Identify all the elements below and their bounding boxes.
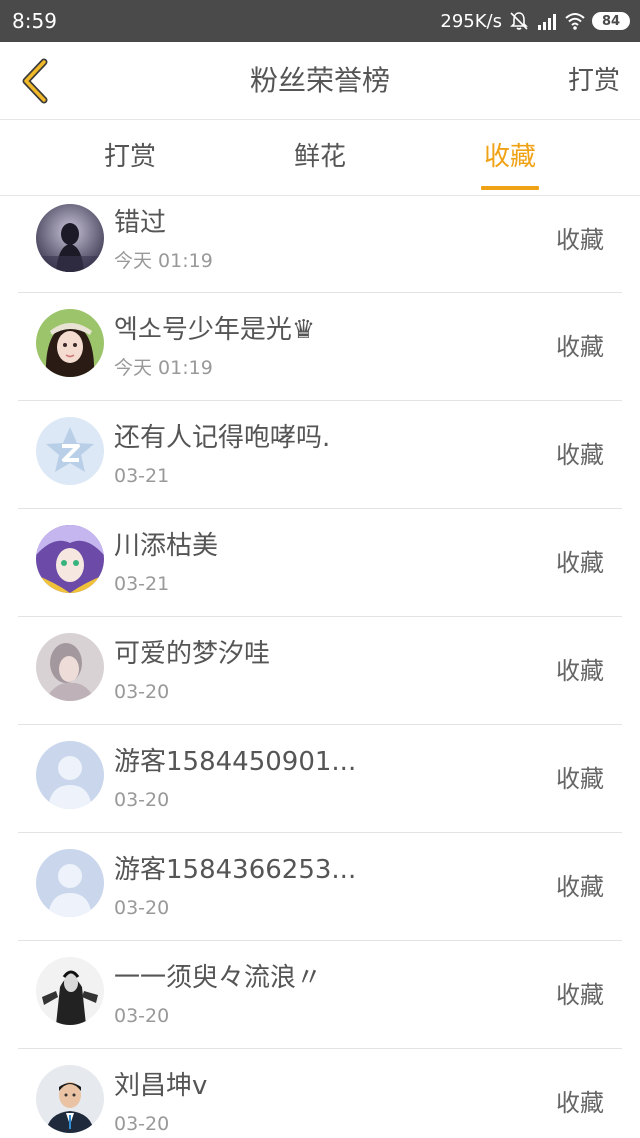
- avatar: [36, 525, 104, 593]
- list-item[interactable]: 错过 今天 01:19 收藏: [18, 196, 622, 293]
- avatar: [36, 204, 104, 272]
- battery-icon: 84: [592, 12, 630, 30]
- avatar: [36, 1065, 104, 1133]
- list-item[interactable]: 엑소号少年是光♛ 今天 01:19 收藏: [18, 293, 622, 401]
- user-name: 川添枯美: [114, 531, 219, 561]
- fan-list: 错过 今天 01:19 收藏 엑소号少年是光♛ 今天 01:19 收藏 还有人记…: [18, 196, 622, 1138]
- reward-button[interactable]: 打赏: [568, 64, 620, 98]
- list-item[interactable]: 还有人记得咆哮吗. 03-21 收藏: [18, 401, 622, 509]
- user-name: 可爱的梦汐哇: [114, 639, 271, 669]
- avatar: [36, 633, 104, 701]
- user-name: 엑소号少年是光♛: [114, 315, 316, 345]
- timestamp: 今天 01:19: [114, 250, 213, 272]
- action-label: 收藏: [556, 657, 604, 685]
- wifi-icon: [564, 10, 586, 32]
- timestamp: 03-21: [114, 573, 170, 595]
- default-user-avatar: [36, 849, 104, 917]
- tab-favorites[interactable]: 收藏: [450, 140, 570, 174]
- user-name: 游客1584366253...: [114, 855, 357, 885]
- status-bar: 8:59 295K/s 84: [0, 0, 640, 42]
- user-name: 游客1584450901...: [114, 747, 357, 777]
- user-name: 错过: [114, 208, 167, 238]
- timestamp: 03-20: [114, 1005, 170, 1027]
- network-speed: 295K/s: [440, 10, 502, 32]
- signal-icon: [536, 10, 558, 32]
- user-name: 还有人记得咆哮吗.: [114, 423, 331, 453]
- action-label: 收藏: [556, 226, 604, 254]
- action-label: 收藏: [556, 549, 604, 577]
- tab-flowers[interactable]: 鲜花: [260, 140, 380, 174]
- action-label: 收藏: [556, 873, 604, 901]
- user-name: 刘昌坤v: [114, 1071, 208, 1101]
- header: 粉丝荣誉榜 打赏: [0, 42, 640, 120]
- action-label: 收藏: [556, 333, 604, 361]
- action-label: 收藏: [556, 1089, 604, 1117]
- timestamp: 03-20: [114, 681, 170, 703]
- page-title: 粉丝荣誉榜: [249, 64, 390, 97]
- action-label: 收藏: [556, 981, 604, 1009]
- list-item[interactable]: 游客1584450901... 03-20 收藏: [18, 725, 622, 833]
- tab-bar: 打赏 鲜花 收藏: [0, 120, 640, 196]
- timestamp: 03-20: [114, 1113, 170, 1135]
- timestamp: 今天 01:19: [114, 357, 213, 379]
- timestamp: 03-20: [114, 789, 170, 811]
- avatar: [36, 957, 104, 1025]
- timestamp: 03-21: [114, 465, 170, 487]
- avatar: [36, 417, 104, 485]
- list-item[interactable]: 一一须臾々流浪〃 03-20 收藏: [18, 941, 622, 1049]
- avatar: [36, 309, 104, 377]
- status-indicators: 295K/s 84: [440, 8, 630, 34]
- action-label: 收藏: [556, 765, 604, 793]
- mute-bell-icon: [508, 10, 530, 32]
- status-time: 8:59: [12, 9, 57, 33]
- action-label: 收藏: [556, 441, 604, 469]
- list-item[interactable]: 川添枯美 03-21 收藏: [18, 509, 622, 617]
- user-name: 一一须臾々流浪〃: [114, 963, 323, 993]
- tab-reward[interactable]: 打赏: [70, 140, 190, 174]
- default-user-avatar: [36, 741, 104, 809]
- list-item[interactable]: 可爱的梦汐哇 03-20 收藏: [18, 617, 622, 725]
- active-tab-indicator: [481, 186, 539, 190]
- list-item[interactable]: 游客1584366253... 03-20 收藏: [18, 833, 622, 941]
- list-item[interactable]: 刘昌坤v 03-20 收藏: [18, 1049, 622, 1138]
- timestamp: 03-20: [114, 897, 170, 919]
